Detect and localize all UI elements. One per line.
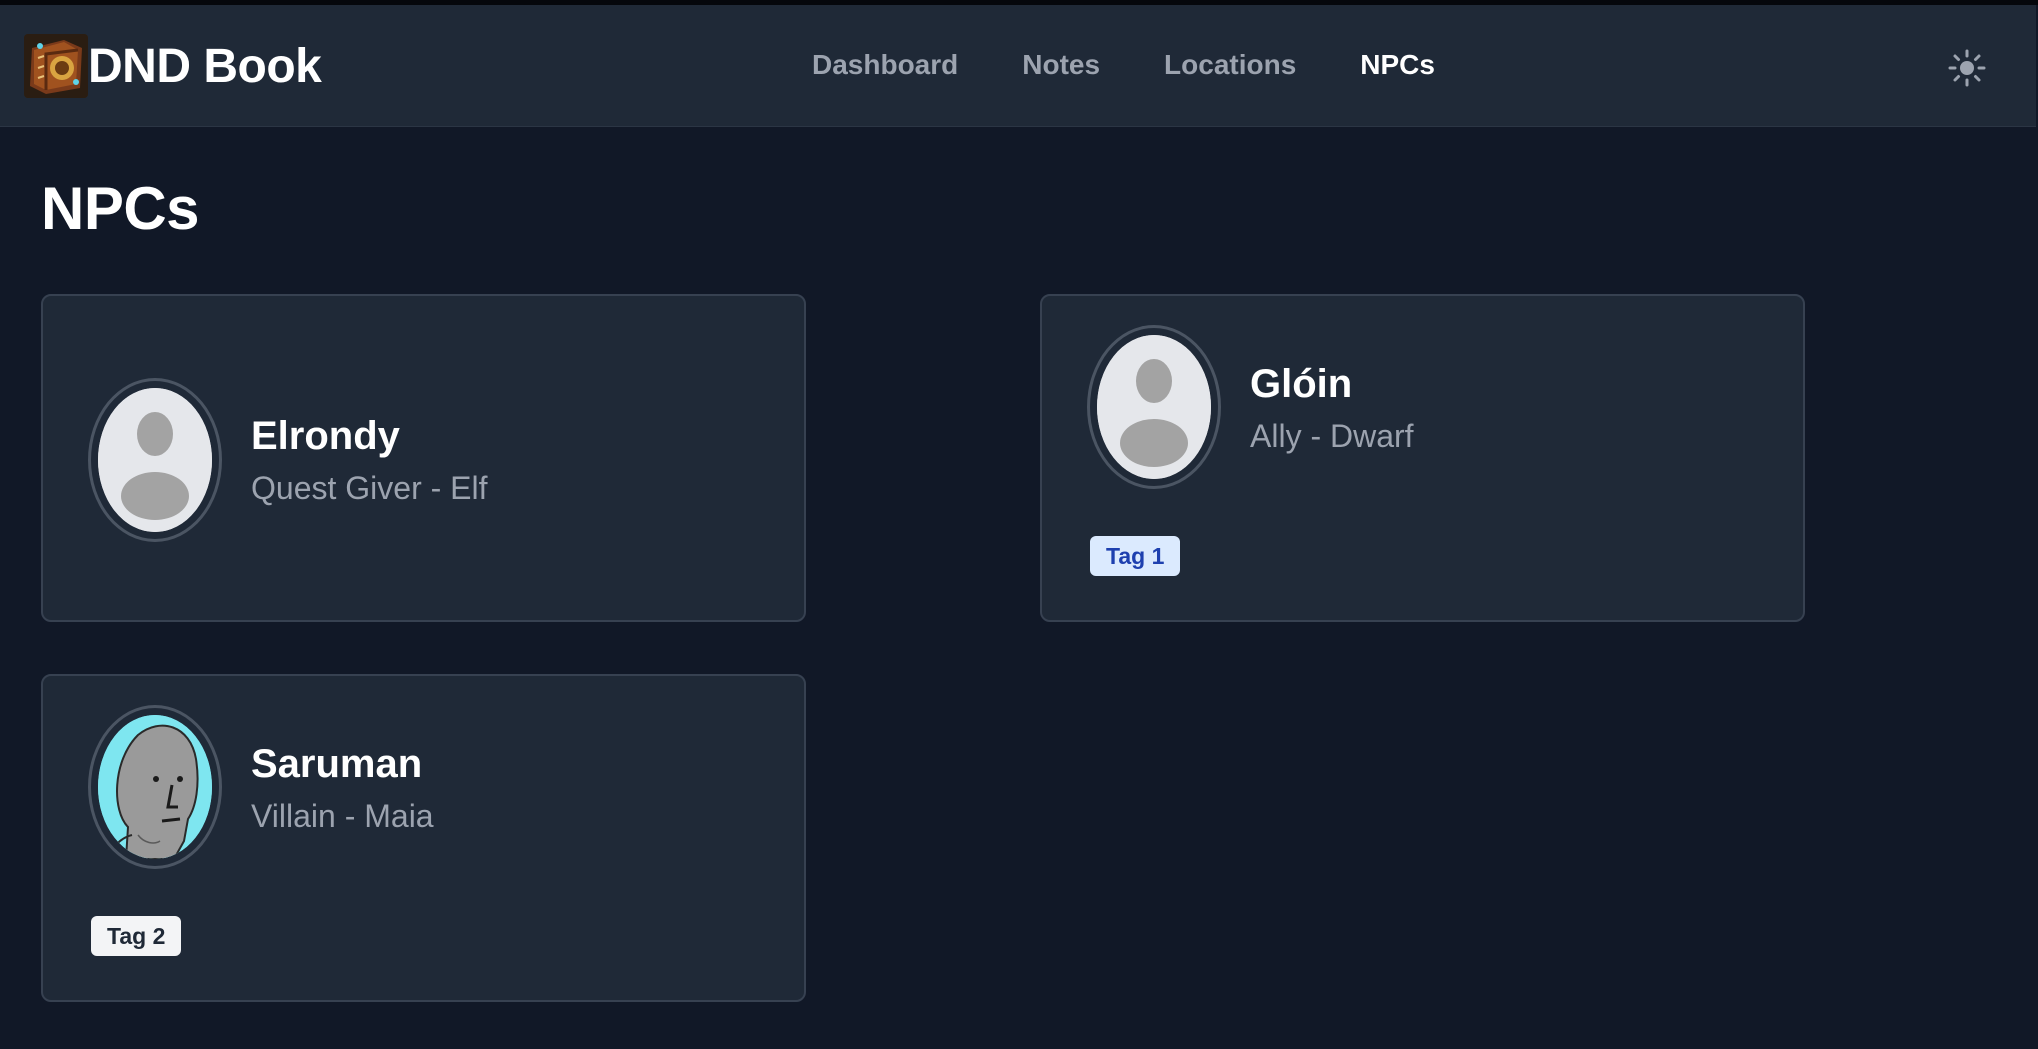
npc-role-race: Ally - Dwarf — [1250, 418, 1414, 454]
default-avatar-icon — [1097, 335, 1211, 479]
theme-toggle-button[interactable] — [1948, 49, 1986, 87]
npc-card-gloin[interactable]: Glóin Ally - Dwarf Tag 1 — [1040, 294, 1805, 622]
brand[interactable]: DND Book — [24, 34, 322, 98]
npc-tag[interactable]: Tag 2 — [91, 916, 182, 956]
nav-notes[interactable]: Notes — [1022, 49, 1100, 81]
npc-name: Saruman — [251, 742, 423, 786]
npc-role-race: Quest Giver - Elf — [251, 470, 488, 506]
nav-locations[interactable]: Locations — [1164, 49, 1296, 81]
npc-card-elrondy[interactable]: Elrondy Quest Giver - Elf — [41, 294, 806, 622]
npc-tag[interactable]: Tag 1 — [1090, 536, 1181, 576]
npc-avatar — [88, 705, 222, 869]
nav-dashboard[interactable]: Dashboard — [812, 49, 958, 81]
default-avatar-icon — [98, 388, 212, 532]
npc-card-saruman[interactable]: Saruman Villain - Maia Tag 2 — [41, 674, 806, 1002]
npc-role-race: Villain - Maia — [251, 798, 434, 834]
npc-avatar — [88, 378, 222, 542]
npc-avatar — [1087, 325, 1221, 489]
npc-name: Elrondy — [251, 414, 400, 458]
npc-name: Glóin — [1250, 362, 1353, 406]
npc-meme-face-avatar — [98, 715, 212, 859]
spellbook-logo-icon — [24, 34, 88, 98]
main-nav: Dashboard Notes Locations NPCs — [812, 49, 1499, 81]
top-navbar: DND Book Dashboard Notes Locations NPCs — [0, 5, 2036, 127]
app-title: DND Book — [88, 39, 322, 93]
nav-npcs[interactable]: NPCs — [1360, 49, 1435, 81]
page-title: NPCs — [41, 175, 200, 242]
sun-icon — [1948, 49, 1986, 87]
